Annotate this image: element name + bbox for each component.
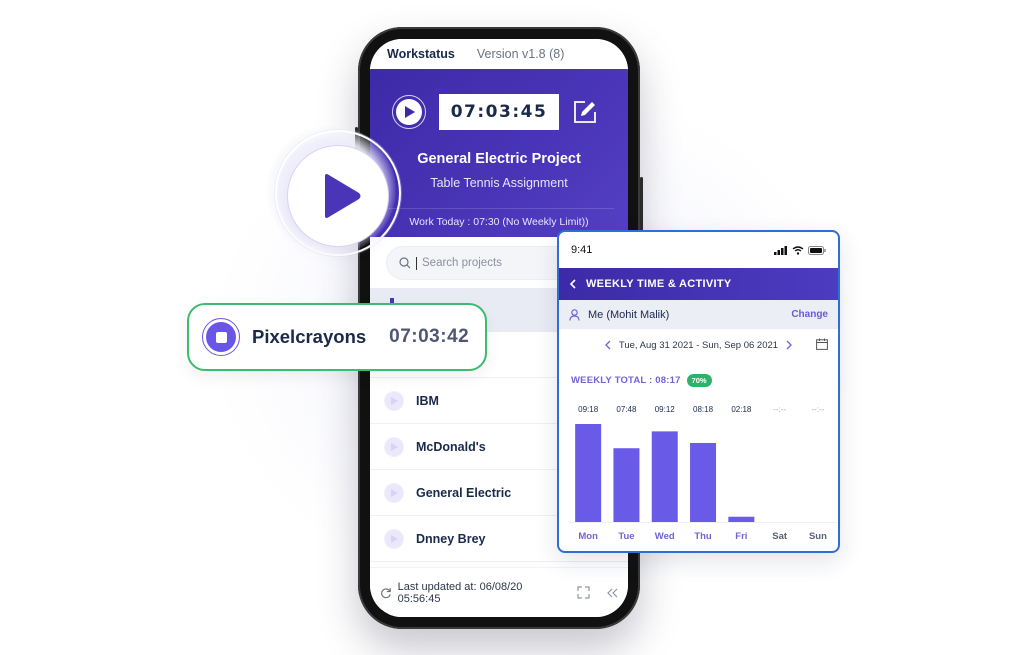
weekly-total-label: WEEKLY TOTAL : 08:17: [571, 375, 681, 386]
bar-value-label: --:--: [812, 405, 825, 414]
phone-power-button: [640, 177, 643, 237]
user-row: Me (Mohit Malik) Change: [559, 300, 838, 329]
stop-icon: [215, 331, 227, 343]
weekly-activity-card: 9:41 WEEKLY TIME & ACTIVITY Me (Mohit Ma…: [557, 230, 840, 553]
collapse-icon[interactable]: [605, 584, 622, 602]
x-tick-label: Sun: [809, 531, 827, 542]
battery-icon: [808, 245, 826, 255]
search-placeholder: Search projects: [422, 257, 502, 269]
refresh-icon[interactable]: [380, 587, 392, 599]
x-tick-label: Thu: [694, 531, 712, 542]
bar-wed[interactable]: [651, 431, 678, 522]
play-icon[interactable]: [384, 390, 404, 411]
app-version: Version v1.8 (8): [476, 47, 565, 61]
x-tick-label: Sat: [772, 531, 788, 542]
user-name: Me (Mohit Malik): [588, 308, 670, 321]
back-icon[interactable]: [569, 279, 576, 289]
bar-value-label: 09:12: [655, 405, 676, 414]
play-icon: [405, 106, 415, 118]
app-brand: Workstatus: [387, 47, 455, 61]
play-icon[interactable]: [384, 436, 404, 457]
bar-value-label: 07:48: [616, 405, 637, 414]
x-tick-label: Tue: [618, 531, 634, 542]
play-icon[interactable]: [384, 528, 404, 549]
wifi-icon: [792, 245, 804, 255]
weekly-percent-badge: 70%: [686, 374, 712, 387]
change-user-link[interactable]: Change: [791, 309, 828, 320]
next-week-icon[interactable]: [786, 340, 792, 350]
status-bar: 9:41: [559, 232, 838, 268]
status-time: 9:41: [571, 244, 593, 256]
bar-tue[interactable]: [613, 448, 640, 522]
x-tick-label: Mon: [578, 531, 598, 542]
stop-timer-button[interactable]: [202, 318, 240, 356]
timer-display: 07:03:45: [439, 94, 559, 130]
project-title: General Electric Project: [417, 151, 581, 167]
task-subtitle: Table Tennis Assignment: [430, 176, 568, 190]
date-range: Tue, Aug 31 2021 - Sun, Sep 06 2021: [618, 339, 779, 351]
app-topbar: Workstatus Version v1.8 (8): [370, 39, 628, 69]
floating-play-button[interactable]: [287, 145, 389, 247]
timer-hero: 07:03:45 General Electric Project Table …: [370, 69, 628, 237]
play-icon: [325, 174, 361, 218]
edit-button[interactable]: [571, 98, 599, 126]
signal-icon: [774, 245, 787, 255]
edit-icon: [574, 101, 596, 123]
bar-value-label: 02:18: [731, 405, 752, 414]
bar-mon[interactable]: [575, 424, 602, 522]
divider: [384, 208, 614, 209]
prev-week-icon[interactable]: [604, 340, 611, 350]
active-project-name: Pixelcrayons: [252, 326, 367, 347]
start-timer-button[interactable]: [392, 95, 426, 129]
expand-icon[interactable]: [575, 584, 592, 602]
bar-value-label: 09:18: [578, 405, 599, 414]
bar-value-label: 08:18: [693, 405, 714, 414]
work-today: Work Today : 07:30 (No Weekly Limit)): [409, 216, 589, 228]
user-icon: [569, 308, 580, 321]
search-icon: [399, 257, 411, 269]
weekly-title: WEEKLY TIME & ACTIVITY: [586, 278, 732, 290]
weekly-bar-chart: 09:18 Mon 07:48 Tue 09:12 Wed 08:18 Thu 02:18 Fri…: [559, 402, 838, 551]
date-range-row: Tue, Aug 31 2021 - Sun, Sep 06 2021: [559, 329, 838, 361]
weekly-header: WEEKLY TIME & ACTIVITY: [559, 268, 838, 300]
calendar-icon[interactable]: [816, 338, 828, 350]
chart-svg: 09:18 Mon 07:48 Tue 09:12 Wed 08:18 Thu 02:18 Fri…: [569, 405, 838, 542]
play-icon[interactable]: [384, 482, 404, 503]
x-tick-label: Fri: [735, 531, 747, 542]
active-timer-card: Pixelcrayons 07:03:42: [187, 303, 487, 371]
bar-value-label: --:--: [773, 405, 786, 414]
bar-fri[interactable]: [728, 516, 755, 522]
app-footer: Last updated at: 06/08/20 05:56:45: [370, 567, 628, 617]
weekly-total: WEEKLY TOTAL : 08:17 70%: [571, 374, 712, 387]
x-tick-label: Wed: [655, 531, 675, 542]
bar-thu[interactable]: [690, 442, 717, 522]
active-timer-time: 07:03:42: [389, 326, 470, 347]
last-updated: Last updated at: 06/08/20 05:56:45: [397, 580, 523, 605]
